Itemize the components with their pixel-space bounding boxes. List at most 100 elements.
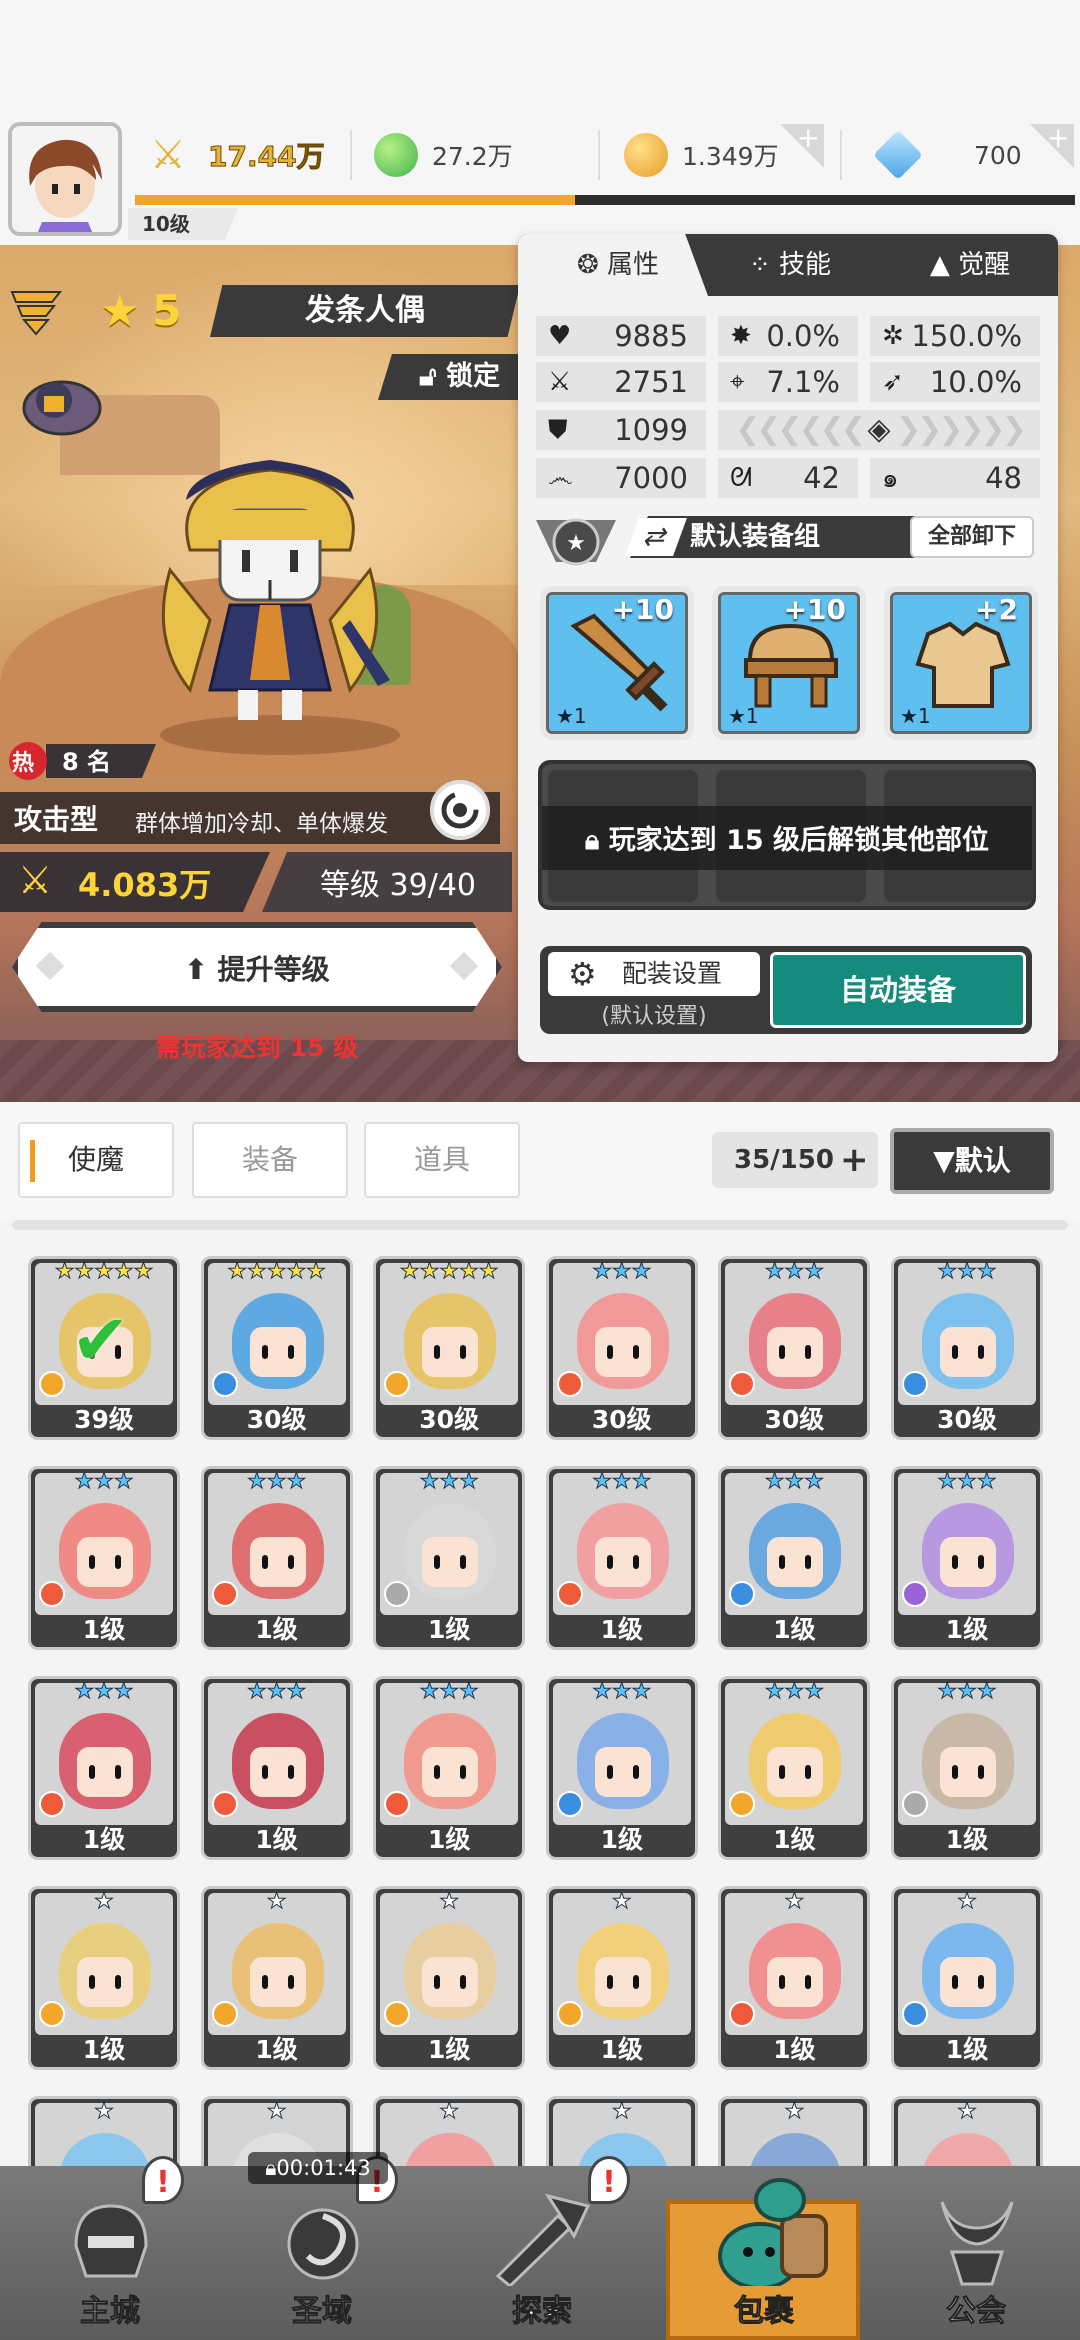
familiar-stars: ★★★: [764, 1679, 824, 1704]
familiar-eye: [434, 1975, 441, 1989]
familiar-face: [576, 1713, 669, 1809]
familiar-skin: [940, 1957, 996, 2007]
element-icon: [384, 2001, 411, 2027]
familiar-face: [749, 1923, 842, 2019]
familiar-eye: [460, 1975, 467, 1989]
familiar-face: [576, 1293, 669, 1389]
familiar-level: 30级: [937, 1405, 997, 1434]
familiar-eye: [779, 1345, 786, 1359]
familiar-card[interactable]: ★★★ 1级: [200, 1676, 353, 1860]
element-icon: [39, 1581, 65, 1607]
familiar-skin: [594, 1747, 651, 1797]
familiar-grid: ★★★★★ 39级 ✔ ★★★★★ 30级 ★★★★★ 30级 ★★★ 30级 ★★★ 30级 ★★★…: [0, 0, 1080, 2166]
element-icon: [211, 1581, 238, 1607]
familiar-card[interactable]: ★★★ 1级: [718, 1676, 871, 1860]
familiar-card[interactable]: ★ 1级: [545, 1886, 698, 2070]
familiar-eye: [460, 1765, 467, 1779]
familiar-card[interactable]: ★ 1级: [718, 1886, 871, 2070]
familiar-eye: [805, 1345, 812, 1359]
familiar-stars: ★★★: [937, 1259, 997, 1284]
familiar-eye: [978, 1975, 984, 1989]
familiar-stars: ★: [439, 1889, 460, 1914]
element-icon: [384, 1791, 411, 1817]
familiar-card[interactable]: ★★★ 1级: [373, 1676, 526, 1860]
familiar-skin: [594, 1957, 651, 2007]
familiar-card[interactable]: ★ 1级: [200, 1886, 353, 2070]
element-icon: [384, 1581, 411, 1607]
familiar-card[interactable]: ★★★ 1级: [28, 1676, 180, 1860]
familiar-card[interactable]: ★ 1级: [891, 1886, 1043, 2070]
familiar-card[interactable]: ★★★ 1级: [718, 1466, 871, 1650]
familiar-card[interactable]: ★★★★★ 30级: [200, 1256, 353, 1440]
familiar-card[interactable]: ★★★★★ 39级 ✔: [28, 1256, 180, 1440]
familiar-level: 1级: [82, 2035, 126, 2064]
familiar-eye: [287, 1555, 294, 1569]
timer-value: 00:01:43: [276, 2156, 371, 2180]
familiar-eye: [261, 1555, 268, 1569]
familiar-face: [749, 1713, 842, 1809]
familiar-card[interactable]: ★: [545, 2096, 698, 2166]
familiar-eye: [978, 1765, 984, 1779]
familiar-skin: [767, 1537, 824, 1587]
familiar-skin: [422, 1327, 479, 1377]
element-icon: [556, 2001, 583, 2027]
familiar-stars: ★★★: [592, 1259, 652, 1284]
nav-explore[interactable]: ! 探索: [442, 2156, 642, 2340]
familiar-skin: [422, 1747, 479, 1797]
familiar-eye: [632, 1975, 639, 1989]
familiar-face: [404, 1293, 497, 1389]
nav-guild[interactable]: 公会: [876, 2166, 1076, 2340]
nav-main-city-label: 主城: [80, 2294, 141, 2330]
nav-main-city[interactable]: ! 主城: [10, 2156, 210, 2340]
element-icon: [384, 1371, 411, 1397]
nav-sanctuary[interactable]: ! 圣域: [222, 2156, 422, 2340]
familiar-card[interactable]: ★ 1级: [373, 1886, 526, 2070]
familiar-face: [404, 1503, 497, 1599]
familiar-stars: ★★★: [74, 1679, 134, 1704]
familiar-eye: [779, 1555, 786, 1569]
familiar-skin: [767, 1327, 824, 1377]
element-icon: [211, 2001, 238, 2027]
familiar-card[interactable]: ★★★★★ 30级: [373, 1256, 526, 1440]
familiar-card[interactable]: ★★★ 1级: [891, 1676, 1043, 1860]
familiar-eye: [978, 1555, 984, 1569]
familiar-stars: ★★★★★: [399, 1259, 499, 1284]
familiar-face: [749, 1293, 842, 1389]
familiar-card[interactable]: ★★★ 30级: [718, 1256, 871, 1440]
element-icon: [902, 1371, 928, 1397]
familiar-face: [404, 1923, 497, 2019]
familiar-face: [576, 1923, 669, 2019]
familiar-card[interactable]: ★: [28, 2096, 180, 2166]
familiar-card[interactable]: ★★★ 1级: [545, 1466, 698, 1650]
familiar-eye: [89, 1975, 95, 1989]
familiar-card[interactable]: ★★★ 30级: [545, 1256, 698, 1440]
familiar-eye: [606, 1975, 613, 1989]
familiar-stars: ★: [784, 1889, 805, 1914]
familiar-card[interactable]: ★★★ 1级: [200, 1466, 353, 1650]
familiar-skin: [594, 1537, 651, 1587]
familiar-skin: [940, 1327, 996, 1377]
padlock-icon: 🔒︎: [265, 2156, 277, 2180]
familiar-level: 1级: [945, 1825, 989, 1854]
familiar-skin: [249, 1537, 306, 1587]
familiar-card[interactable]: ★★★ 30级: [891, 1256, 1043, 1440]
familiar-stars: ★: [611, 1889, 632, 1914]
familiar-eye: [261, 1975, 268, 1989]
element-icon: [211, 1371, 238, 1397]
familiar-level: 1级: [255, 2035, 298, 2064]
familiar-stars: ★: [784, 2099, 805, 2124]
familiar-card[interactable]: ★: [373, 2096, 526, 2166]
familiar-stars: ★★★: [247, 1679, 307, 1704]
familiar-eye: [89, 1555, 95, 1569]
nav-backpack[interactable]: 包裹: [664, 2166, 864, 2340]
familiar-card[interactable]: ★ 1级: [28, 1886, 180, 2070]
familiar-eye: [261, 1765, 268, 1779]
familiar-eye: [632, 1765, 639, 1779]
familiar-stars: ★★★★★: [227, 1259, 327, 1284]
familiar-card[interactable]: ★★★ 1级: [891, 1466, 1043, 1650]
familiar-card[interactable]: ★★★ 1级: [545, 1676, 698, 1860]
familiar-level: 1级: [255, 1615, 298, 1644]
familiar-card[interactable]: ★★★ 1级: [373, 1466, 526, 1650]
familiar-card[interactable]: ★: [891, 2096, 1043, 2166]
familiar-card[interactable]: ★★★ 1级: [28, 1466, 180, 1650]
